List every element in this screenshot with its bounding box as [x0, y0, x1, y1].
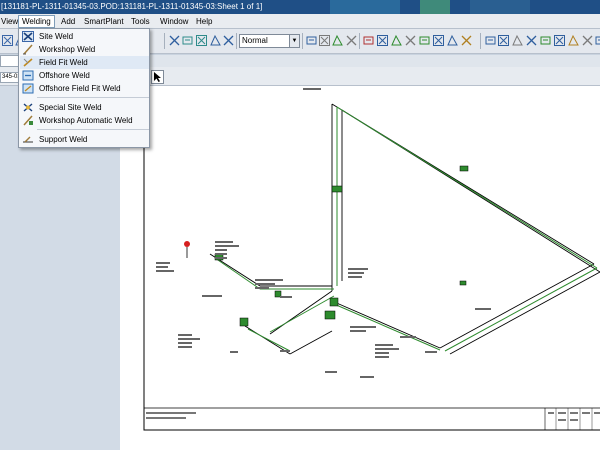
menu-smartplant[interactable]: SmartPlant [81, 15, 127, 28]
cut-icon[interactable] [318, 34, 331, 47]
toolbar-separator [302, 33, 303, 49]
menu-add[interactable]: Add [58, 15, 78, 28]
document-tab[interactable] [0, 55, 20, 67]
workshop-weld-icon [23, 44, 33, 55]
annotate-icon[interactable] [497, 34, 510, 47]
zoom-out-icon[interactable] [195, 34, 208, 47]
field-fit-weld-icon [23, 58, 33, 67]
menu-item-label: Site Weld [39, 32, 74, 41]
menu-item-special-site-weld[interactable]: Special Site Weld [20, 101, 149, 114]
menu-item-field-fit-weld[interactable]: Field Fit Weld [20, 56, 149, 69]
titlebar-decoration [470, 0, 530, 14]
select-pointer-button[interactable] [151, 70, 164, 84]
menu-item-label: Special Site Weld [39, 103, 102, 112]
grid-icon[interactable] [404, 34, 417, 47]
table-icon[interactable] [525, 34, 538, 47]
site-weld-icon [22, 31, 34, 42]
bolt-icon[interactable] [567, 34, 580, 47]
menu-item-offshore-weld[interactable]: Offshore Weld [20, 69, 149, 82]
title-block-text [594, 412, 600, 414]
weld-tool-icon[interactable] [305, 34, 318, 47]
valve-marker [184, 241, 190, 247]
pan-icon[interactable] [209, 34, 222, 47]
info-icon[interactable] [484, 34, 497, 47]
connect-icon[interactable] [446, 34, 459, 47]
check-icon[interactable] [418, 34, 431, 47]
titlebar-decoration [330, 0, 400, 14]
pointer-icon [154, 72, 161, 82]
menu-window[interactable]: Window [157, 15, 191, 28]
chevron-down-icon[interactable]: ▼ [289, 35, 299, 47]
workshop-automatic-weld-icon [23, 115, 33, 126]
gasket-icon[interactable] [581, 34, 594, 47]
zoom-in-icon[interactable] [181, 34, 194, 47]
flip-icon[interactable] [432, 34, 445, 47]
line-style-value: Normal [242, 36, 268, 45]
line-style-select[interactable]: Normal ▼ [239, 34, 300, 48]
layer-icon[interactable] [539, 34, 552, 47]
menu-tools[interactable]: Tools [128, 15, 153, 28]
pipe-outline [209, 103, 600, 355]
menu-item-label: Offshore Field Fit Weld [39, 84, 121, 93]
pipe-centerline [214, 106, 598, 352]
symbol-icon[interactable] [553, 34, 566, 47]
toolbar-separator [236, 33, 237, 49]
toolbar-separator [359, 33, 360, 49]
menu-bar: View Welding Add SmartPlant Tools Window… [0, 14, 600, 29]
snap-icon[interactable] [390, 34, 403, 47]
select-icon[interactable] [168, 34, 181, 47]
title-block-text [558, 412, 566, 414]
window-title: [131181-PL-1311-01345-03.POD:131181-PL-1… [1, 2, 263, 11]
window-title-bar: [131181-PL-1311-01345-03.POD:131181-PL-1… [0, 0, 600, 14]
welding-menu-dropdown: Site Weld Workshop Weld Field Fit Weld O… [18, 28, 150, 148]
dimension-icon[interactable] [460, 34, 473, 47]
offshore-field-fit-weld-icon [22, 83, 34, 94]
move-icon[interactable] [331, 34, 344, 47]
title-block-text [570, 419, 578, 421]
menu-item-workshop-weld[interactable]: Workshop Weld [20, 43, 149, 56]
menu-item-support-weld[interactable]: Support Weld [20, 133, 149, 146]
menu-item-offshore-field-fit-weld[interactable]: Offshore Field Fit Weld [20, 82, 149, 95]
title-block-text [570, 412, 578, 414]
title-block-text [548, 412, 554, 414]
isometric-drawing [143, 86, 600, 431]
drawing-canvas[interactable] [120, 86, 600, 450]
menu-separator [37, 97, 149, 98]
menu-item-label: Workshop Weld [39, 45, 96, 54]
menu-welding[interactable]: Welding [18, 15, 55, 28]
menu-item-site-weld[interactable]: Site Weld [20, 30, 149, 43]
menu-item-label: Support Weld [39, 135, 88, 144]
title-block-text [582, 412, 590, 414]
title-block-text [558, 419, 566, 421]
title-block-text [146, 412, 196, 414]
sheet-border [143, 86, 600, 431]
fit-icon[interactable] [222, 34, 235, 47]
special-site-weld-icon [23, 103, 33, 112]
offshore-weld-icon [22, 70, 34, 81]
toolbar-separator [480, 33, 481, 49]
rotate-icon[interactable] [345, 34, 358, 47]
menu-separator [37, 129, 149, 130]
pipe-fittings [214, 165, 469, 327]
align-icon[interactable] [362, 34, 375, 47]
list-icon[interactable] [511, 34, 524, 47]
titlebar-decoration [420, 0, 450, 14]
distribute-icon[interactable] [376, 34, 389, 47]
menu-item-label: Offshore Weld [39, 71, 90, 80]
export-icon[interactable] [594, 34, 600, 47]
drawing-annotations [156, 88, 491, 378]
menu-item-label: Workshop Automatic Weld [39, 116, 133, 125]
menu-item-workshop-automatic-weld[interactable]: Workshop Automatic Weld [20, 114, 149, 127]
toolbar-button[interactable] [1, 34, 14, 47]
title-block-text [146, 417, 186, 419]
menu-help[interactable]: Help [193, 15, 215, 28]
toolbar-separator [164, 33, 165, 49]
menu-item-label: Field Fit Weld [39, 58, 88, 67]
support-weld-icon [23, 136, 33, 143]
